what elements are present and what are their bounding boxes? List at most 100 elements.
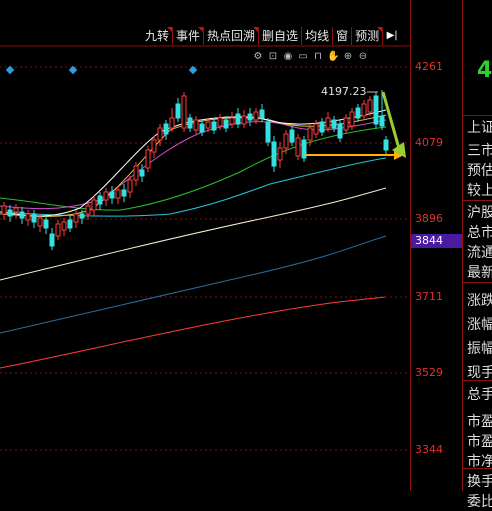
candle-body [61, 221, 67, 231]
price-axis: 4261 4079 3896 3844 3711 3529 3344 [410, 0, 463, 491]
high-price-label: 4197.23 [321, 85, 367, 98]
quote-row-label: 上证 [467, 120, 492, 136]
axis-label: 4261 [415, 60, 443, 73]
candle-body [157, 127, 163, 141]
axis-label: 3896 [415, 212, 443, 225]
event-marker-icon [5, 65, 15, 75]
eye-icon[interactable]: ◉ [282, 51, 294, 63]
quote-row-label: 预估 [467, 163, 492, 179]
candle-body [181, 95, 187, 129]
candle-body [145, 149, 151, 169]
candle-body [343, 117, 349, 131]
candle-body [211, 121, 217, 131]
candle-body [337, 123, 343, 139]
candle-body [355, 107, 361, 119]
candle-body [67, 219, 73, 229]
candle-body [127, 179, 133, 193]
candle-body [259, 109, 265, 119]
candle-body [331, 119, 337, 129]
quote-row-label: 流通 [467, 245, 492, 261]
candle-body [235, 113, 241, 125]
toolbar-button[interactable]: 事件 [173, 27, 205, 45]
axis-label: 4079 [415, 136, 443, 149]
moving-average-line [0, 235, 387, 334]
moving-average-line [0, 126, 387, 211]
moving-average-line [0, 119, 387, 210]
new-flag-icon [377, 27, 383, 32]
quote-row-label: 市盈 [467, 434, 492, 450]
candle-body [175, 103, 181, 119]
candle-body [379, 115, 385, 127]
candle-body [271, 141, 277, 167]
quote-row-label: 沪股 [467, 205, 492, 221]
toolbar-button[interactable]: 九转 [142, 27, 174, 45]
candle-body [193, 119, 199, 131]
candle-body [85, 205, 91, 215]
candle-body [37, 217, 43, 227]
hand-icon[interactable]: ✋ [327, 51, 339, 63]
candle-body [151, 139, 157, 153]
toolbar-button[interactable]: 窗 [333, 27, 353, 45]
chart-canvas[interactable] [0, 0, 410, 491]
candle-body [307, 127, 313, 141]
candle-body [217, 117, 223, 127]
quote-row-label: 较上 [467, 183, 492, 199]
toolbar-button[interactable]: 热点回溯 [204, 27, 260, 45]
candle-body [55, 223, 61, 237]
chart-toolbar: 九转 事件 热点回溯 删自选 均线窗预测 ▶| [142, 27, 402, 45]
candle-body [97, 195, 103, 205]
quote-row-label: 三市 [467, 143, 492, 159]
candle-body [229, 117, 235, 125]
candlestick-chart[interactable]: 4197.23 [0, 0, 410, 491]
candle-body [313, 123, 319, 135]
axis-label: 3344 [415, 443, 443, 456]
toolbar-button[interactable]: 均线 [302, 27, 334, 45]
candle-body [289, 129, 295, 143]
candle-body [79, 213, 85, 219]
current-price-marker: 3844 [411, 234, 463, 248]
axis-label: 3711 [415, 290, 443, 303]
panel-divider [463, 282, 492, 283]
bag-icon[interactable]: ▭ [297, 51, 309, 63]
candle-body [91, 199, 97, 211]
panel-divider [463, 380, 492, 381]
lock-icon[interactable]: ⊡ [267, 51, 279, 63]
candle-body [25, 213, 31, 221]
candle-body [373, 95, 379, 125]
candle-body [73, 213, 79, 223]
candle-body [43, 219, 49, 229]
candle-body [133, 165, 139, 181]
quote-row-label: 委比 [467, 494, 492, 510]
candle-body [283, 133, 289, 149]
candle-body [109, 191, 115, 199]
minus-icon[interactable]: ⊖ [357, 51, 369, 63]
cart-icon[interactable]: ⊓ [312, 51, 324, 63]
toolbar-button[interactable]: 删自选 [259, 27, 303, 45]
candle-body [361, 103, 367, 117]
moving-average-line [0, 296, 386, 369]
plus-icon[interactable]: ⊕ [342, 51, 354, 63]
candle-body [383, 139, 389, 151]
candle-body [187, 117, 193, 129]
quote-row-label: 最新 [467, 265, 492, 281]
quote-row-label: 换手 [467, 474, 492, 490]
new-flag-icon [253, 27, 259, 32]
toolbar-button[interactable]: 预测 [352, 27, 384, 45]
candle-body [7, 209, 13, 217]
exit-icon[interactable]: ▶| [383, 27, 401, 45]
settings-icon[interactable]: ⚙ [252, 51, 264, 63]
quote-row-label: 涨幅 [467, 317, 492, 333]
candle-body [49, 233, 55, 247]
candle-body [115, 189, 121, 199]
candle-body [319, 121, 325, 133]
candle-body [139, 169, 145, 177]
candle-body [169, 117, 175, 129]
candle-body [121, 189, 127, 197]
candle-body [19, 211, 25, 219]
candle-body [103, 191, 109, 201]
quote-panel: 4 上证 三市 预估 较上 沪股 总市 流通 最新 涨跌 涨幅 振幅 现手 总手 市盈 市盈 市净 换手 委比 [462, 0, 492, 510]
candle-body [223, 119, 229, 129]
candle-body [1, 205, 7, 215]
chart-tools: ⚙ ⊡ ◉ ▭ ⊓ ✋ ⊕ ⊖ [252, 51, 369, 63]
candle-body [163, 123, 169, 135]
